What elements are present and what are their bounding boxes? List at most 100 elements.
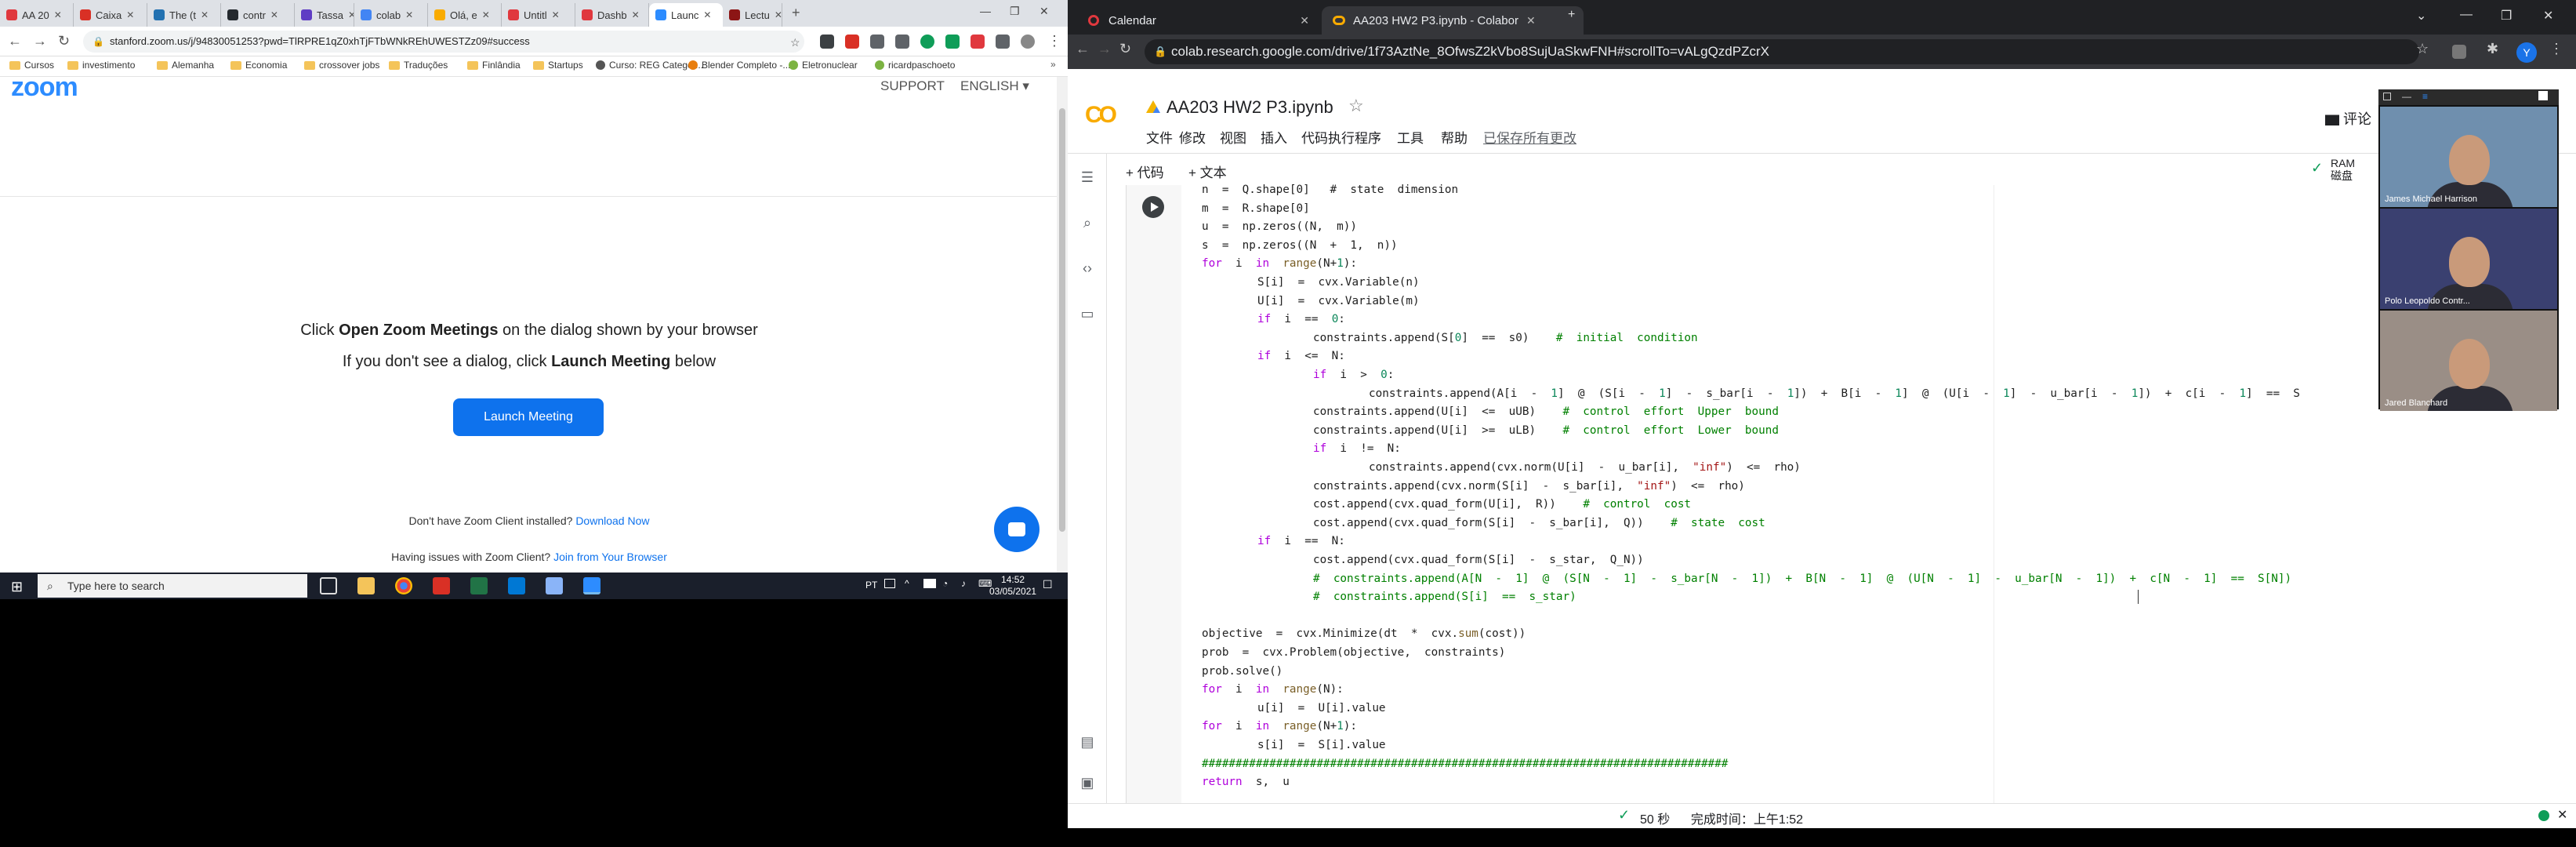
- bookmark-item[interactable]: Blender Completo -...: [688, 60, 790, 71]
- code-cell[interactable]: n = Q.shape[0] # state dimension m = R.sh…: [1126, 184, 2576, 803]
- app-icon[interactable]: [546, 577, 563, 594]
- back-icon[interactable]: ←: [1076, 41, 1090, 57]
- menu-file[interactable]: 文件: [1146, 127, 1173, 147]
- left-tab-11[interactable]: Lectu ✕: [723, 3, 782, 27]
- code-editor[interactable]: n = Q.shape[0] # state dimension m = R.sh…: [1202, 184, 2566, 803]
- scrollbar-thumb[interactable]: [1059, 108, 1065, 532]
- menu-icon[interactable]: ⋮: [1047, 33, 1061, 49]
- extension-icon[interactable]: [945, 35, 960, 49]
- view-icon[interactable]: [2383, 93, 2391, 100]
- tab-calendar[interactable]: Calendar ✕: [1077, 6, 1320, 35]
- bookmark-item[interactable]: Eletronuclear: [789, 60, 858, 71]
- extension-icon[interactable]: [820, 35, 834, 49]
- close-icon[interactable]: ✕: [270, 9, 278, 20]
- back-icon[interactable]: ←: [8, 33, 22, 49]
- menu-runtime[interactable]: 代码执行程序: [1301, 127, 1381, 147]
- tab-colab-notebook[interactable]: AA203 HW2 P3.ipynb - Colabor ✕: [1322, 6, 1584, 35]
- menu-insert[interactable]: 插入: [1261, 127, 1287, 147]
- colab-logo[interactable]: CO: [1085, 102, 1117, 129]
- left-tab-3[interactable]: The (t ✕: [147, 3, 221, 27]
- bookmark-item[interactable]: crossover jobs: [304, 60, 379, 71]
- grid-icon[interactable]: ≡: [2422, 91, 2428, 102]
- close-icon[interactable]: ✕: [552, 9, 560, 20]
- reload-icon[interactable]: ↻: [1119, 41, 1131, 57]
- taskbar-search-input[interactable]: ⌕ Type here to search: [38, 574, 307, 598]
- language-select[interactable]: ENGLISH ▾: [960, 78, 1029, 94]
- menu-tools[interactable]: 工具: [1397, 127, 1424, 147]
- new-tab-button[interactable]: +: [1568, 8, 1575, 22]
- forward-icon[interactable]: →: [33, 33, 47, 49]
- execution-status[interactable]: 50 秒 完成时间：上午1:52: [1640, 809, 1803, 827]
- save-status-link[interactable]: 已保存所有更改: [1483, 127, 1576, 147]
- window-close-icon[interactable]: ✕: [2543, 8, 2553, 24]
- acrobat-icon[interactable]: [433, 577, 450, 594]
- left-tab-5[interactable]: Tassa ✕: [295, 3, 354, 27]
- tab-search-icon[interactable]: ⌄: [2416, 8, 2426, 24]
- star-icon[interactable]: ☆: [1348, 96, 1364, 116]
- video-panel-toolbar[interactable]: — ≡: [2378, 89, 2559, 105]
- expand-icon[interactable]: [2538, 91, 2548, 100]
- bookmark-item[interactable]: investimento: [67, 60, 135, 71]
- table-of-contents-icon[interactable]: ☰: [1079, 169, 1096, 187]
- more-bookmarks-icon[interactable]: »: [1050, 59, 1056, 70]
- vscode-icon[interactable]: [508, 577, 525, 594]
- tray-app-icon[interactable]: [884, 579, 895, 588]
- task-view-icon[interactable]: [320, 577, 337, 594]
- network-icon[interactable]: ◔: [942, 578, 948, 589]
- extension-icon[interactable]: [971, 35, 985, 49]
- menu-view[interactable]: 视图: [1220, 127, 1246, 147]
- left-scrollbar[interactable]: [1057, 77, 1068, 573]
- left-tab-7[interactable]: Olá, e ✕: [428, 3, 502, 27]
- excel-icon[interactable]: [470, 577, 488, 594]
- drive-icon[interactable]: [1146, 100, 1160, 113]
- zoom-logo[interactable]: zoom: [11, 72, 78, 103]
- language-indicator[interactable]: PT: [865, 580, 877, 591]
- left-tab-10[interactable]: Launc ✕: [649, 3, 723, 27]
- participant-video-tile[interactable]: James Michael Harrison: [2380, 107, 2557, 207]
- bookmark-item[interactable]: Cursos: [9, 60, 54, 71]
- menu-icon[interactable]: ⋮: [2549, 41, 2563, 57]
- left-tab-1[interactable]: AA 20 ✕: [0, 3, 74, 27]
- run-cell-button[interactable]: [1142, 196, 1164, 218]
- chat-button[interactable]: [994, 507, 1039, 552]
- close-icon[interactable]: ✕: [482, 9, 490, 20]
- chrome-icon[interactable]: [395, 577, 412, 594]
- search-icon[interactable]: ⌕: [1079, 215, 1096, 232]
- star-icon[interactable]: ☆: [790, 36, 804, 50]
- reload-icon[interactable]: ↻: [58, 33, 70, 49]
- bookmark-item[interactable]: Startups: [533, 60, 583, 71]
- participant-video-tile[interactable]: Polo Leopoldo Contr...: [2380, 209, 2557, 309]
- close-icon[interactable]: ✕: [703, 9, 711, 20]
- close-icon[interactable]: ✕: [54, 9, 62, 20]
- chevron-up-icon[interactable]: ^: [905, 578, 909, 589]
- command-palette-icon[interactable]: ▤: [1079, 734, 1096, 751]
- puzzle-icon[interactable]: [996, 35, 1010, 49]
- join-from-browser-link[interactable]: Join from Your Browser: [553, 551, 667, 563]
- left-tab-8[interactable]: Untitl ✕: [502, 3, 575, 27]
- pdf-extension-icon[interactable]: [845, 35, 859, 49]
- close-icon[interactable]: ✕: [632, 9, 640, 20]
- minimize-icon[interactable]: —: [2402, 91, 2411, 102]
- download-now-link[interactable]: Download Now: [575, 514, 649, 527]
- restore-icon[interactable]: ❐: [2501, 8, 2512, 24]
- launch-meeting-button[interactable]: Launch Meeting: [453, 398, 604, 436]
- add-text-button[interactable]: + 文本: [1188, 162, 1227, 181]
- file-explorer-icon[interactable]: [357, 577, 375, 594]
- bookmark-star-icon[interactable]: ☆: [2416, 41, 2429, 57]
- battery-icon[interactable]: [923, 579, 936, 588]
- files-folder-icon[interactable]: ▭: [1079, 306, 1096, 323]
- profile-avatar[interactable]: [1021, 35, 1035, 49]
- extension-icon[interactable]: [895, 35, 909, 49]
- volume-icon[interactable]: ♪: [961, 578, 966, 589]
- bookmark-item[interactable]: ricardpaschoeto: [875, 60, 955, 71]
- close-icon[interactable]: ✕: [2557, 807, 2567, 823]
- close-icon[interactable]: ✕: [126, 9, 134, 20]
- left-tab-6[interactable]: colab ✕: [354, 3, 428, 27]
- profile-avatar[interactable]: Y: [2516, 42, 2537, 63]
- extension-icon[interactable]: [2452, 45, 2466, 59]
- bookmark-item[interactable]: Alemanha: [157, 60, 214, 71]
- notebook-title[interactable]: AA203 HW2 P3.ipynb: [1166, 97, 1333, 118]
- minimize-icon[interactable]: —: [2460, 8, 2473, 22]
- forward-icon[interactable]: →: [1098, 41, 1112, 57]
- taskbar-clock[interactable]: 14:52 03/05/2021: [989, 574, 1036, 598]
